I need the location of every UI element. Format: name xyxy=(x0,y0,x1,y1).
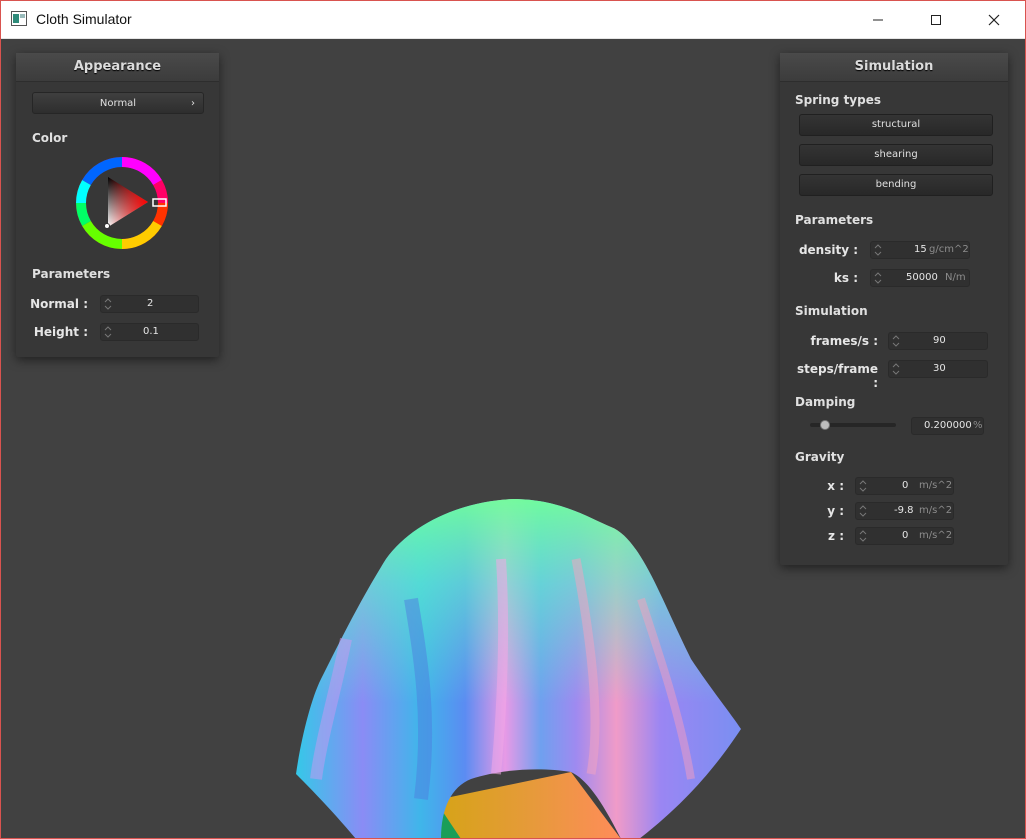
density-unit: g/cm^2 xyxy=(929,244,969,255)
normal-value: 2 xyxy=(147,298,154,309)
spinner-icon[interactable] xyxy=(874,243,882,257)
color-wheel[interactable] xyxy=(74,155,170,251)
close-button[interactable] xyxy=(965,1,1023,38)
spinner-icon[interactable] xyxy=(859,529,867,543)
density-input[interactable]: 15 g/cm^2 xyxy=(870,241,970,259)
damping-value: 0.200000 xyxy=(924,420,972,431)
spinner-icon[interactable] xyxy=(104,325,112,339)
height-value: 0.1 xyxy=(143,326,159,337)
close-icon xyxy=(988,14,1000,25)
gravity-z-input[interactable]: 0 m/s^2 xyxy=(855,527,954,545)
density-label: density : xyxy=(798,243,858,257)
appearance-parameters-label: Parameters xyxy=(32,267,111,281)
shader-popup-label: Normal xyxy=(99,98,137,109)
gravity-y-label: y : xyxy=(827,504,844,518)
gravity-x-input[interactable]: 0 m/s^2 xyxy=(855,477,954,495)
gravity-label: Gravity xyxy=(795,450,845,464)
spinner-icon[interactable] xyxy=(859,479,867,493)
simulation-section-label: Simulation xyxy=(795,304,868,318)
fps-value: 90 xyxy=(933,335,946,346)
height-input[interactable]: 0.1 xyxy=(100,323,199,341)
shearing-toggle[interactable]: shearing xyxy=(799,144,993,166)
chevron-right-icon: › xyxy=(191,98,195,109)
gravity-z-value: 0 xyxy=(902,530,909,541)
density-value: 15 xyxy=(914,244,927,255)
app-window-icon xyxy=(11,11,27,26)
damping-label: Damping xyxy=(795,395,856,409)
damping-slider-handle[interactable] xyxy=(820,420,831,430)
steps-input[interactable]: 30 xyxy=(888,360,988,378)
gravity-x-label: x : xyxy=(827,479,844,493)
sim-parameters-label: Parameters xyxy=(795,213,874,227)
structural-toggle[interactable]: structural xyxy=(799,114,993,136)
gravity-y-unit: m/s^2 xyxy=(919,505,953,516)
height-label: Height : xyxy=(33,325,88,339)
color-section-label: Color xyxy=(32,131,68,145)
app-window: Cloth Simulator Appearance Normal › Colo… xyxy=(0,0,1026,839)
spinner-icon[interactable] xyxy=(892,334,900,348)
damping-input[interactable]: 0.200000 % xyxy=(911,417,984,435)
normal-label: Normal : xyxy=(30,297,88,311)
simulation-panel: Simulation Spring types structural shear… xyxy=(780,53,1008,565)
gravity-z-label: z : xyxy=(828,529,844,543)
fps-label: frames/s : xyxy=(810,334,878,348)
gravity-x-value: 0 xyxy=(902,480,909,491)
appearance-panel-title[interactable]: Appearance xyxy=(16,53,219,82)
maximize-button[interactable] xyxy=(907,1,965,38)
steps-value: 30 xyxy=(933,363,946,374)
appearance-panel: Appearance Normal › Color Parameters Nor… xyxy=(16,53,219,357)
damping-unit: % xyxy=(973,420,983,431)
ks-unit: N/m xyxy=(945,272,966,283)
maximize-icon xyxy=(931,14,941,25)
title-bar: Cloth Simulator xyxy=(1,1,1025,39)
ks-value: 50000 xyxy=(906,272,938,283)
spinner-icon[interactable] xyxy=(874,271,882,285)
minimize-icon xyxy=(873,19,883,20)
gravity-x-unit: m/s^2 xyxy=(919,480,953,491)
gravity-y-value: -9.8 xyxy=(894,505,914,516)
gravity-y-input[interactable]: -9.8 m/s^2 xyxy=(855,502,954,520)
spinner-icon[interactable] xyxy=(859,504,867,518)
bending-toggle[interactable]: bending xyxy=(799,174,993,196)
spinner-icon[interactable] xyxy=(104,297,112,311)
normal-input[interactable]: 2 xyxy=(100,295,199,313)
ks-input[interactable]: 50000 N/m xyxy=(870,269,970,287)
shader-popup-button[interactable]: Normal › xyxy=(32,92,204,114)
window-title: Cloth Simulator xyxy=(36,11,132,27)
minimize-button[interactable] xyxy=(849,1,907,38)
simulation-panel-title[interactable]: Simulation xyxy=(780,53,1008,82)
spinner-icon[interactable] xyxy=(892,362,900,376)
steps-label: steps/frame : xyxy=(796,362,878,390)
fps-input[interactable]: 90 xyxy=(888,332,988,350)
ks-label: ks : xyxy=(833,271,858,285)
gravity-z-unit: m/s^2 xyxy=(919,530,953,541)
spring-types-label: Spring types xyxy=(795,93,882,107)
